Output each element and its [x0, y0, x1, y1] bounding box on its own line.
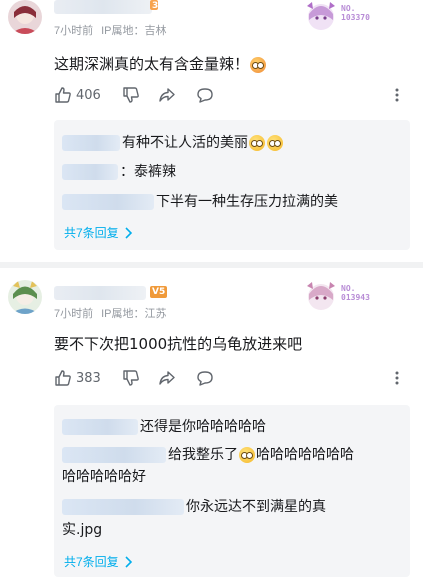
share-icon: [159, 88, 175, 102]
reply-username-redacted: [62, 419, 138, 435]
share-icon: [159, 371, 175, 385]
reply-preview-box: 还得是你哈哈哈哈哈 给我整乐了 哈哈哈哈哈哈哈 哈哈哈哈哈好 你永远达不到满星的真…: [54, 405, 410, 577]
thumb-up-icon: [55, 87, 71, 103]
like-button[interactable]: 383: [54, 369, 101, 387]
chevron-right-icon: [125, 226, 132, 239]
share-button[interactable]: [158, 369, 176, 387]
dislike-button[interactable]: [122, 86, 140, 104]
share-button[interactable]: [158, 86, 176, 104]
fan-badge-no: NO.: [341, 4, 356, 13]
username-redacted[interactable]: [54, 0, 152, 14]
comment-meta: 7小时前 IP属地：吉林: [54, 22, 175, 38]
comment-actions: 383: [54, 369, 414, 391]
reply-username-redacted: [62, 135, 120, 151]
username-redacted[interactable]: [54, 286, 146, 300]
thumb-down-icon: [123, 370, 139, 386]
comment-meta: 7小时前 IP属地：江苏: [54, 305, 175, 321]
reply-item[interactable]: 下半有一种生存压力拉满的美: [62, 192, 338, 212]
reply-preview-box: 有种不让人活的美丽 ：泰裤辣 下半有一种生存压力拉满的美 共7条回复: [54, 120, 410, 250]
view-all-replies-link[interactable]: 共7条回复: [64, 224, 133, 241]
comment-ip: IP属地：江苏: [101, 308, 167, 320]
reply-username-redacted: [62, 164, 118, 180]
fan-badge[interactable]: NO. 013943: [303, 280, 403, 314]
reply-item[interactable]: ：泰裤辣: [62, 162, 176, 182]
reply-item[interactable]: 有种不让人活的美丽: [62, 133, 284, 153]
reply-bubble-icon: [197, 88, 213, 103]
reply-item-continued[interactable]: 哈哈哈哈哈好: [62, 467, 146, 487]
like-button[interactable]: 406: [54, 86, 101, 104]
avatar[interactable]: [8, 0, 42, 34]
thumb-down-icon: [123, 87, 139, 103]
more-vertical-icon: [395, 88, 399, 102]
comment-time: 7小时前: [54, 25, 94, 37]
reply-username-redacted: [62, 499, 184, 515]
reply-item[interactable]: 你永远达不到满星的真: [62, 497, 326, 517]
more-vertical-icon: [395, 371, 399, 385]
dislike-button[interactable]: [122, 369, 140, 387]
fan-badge-number: 013943: [341, 293, 370, 302]
fan-badge-number: 103370: [341, 13, 370, 22]
comment-text: 要不下次把1000抗性的乌龟放进来吧: [54, 335, 303, 353]
reply-bubble-icon: [197, 371, 213, 386]
fan-badge-character-icon: [307, 2, 335, 30]
reply-button[interactable]: [196, 86, 214, 104]
laughing-emoji-icon: [239, 447, 255, 463]
thumb-up-icon: [55, 370, 71, 386]
reply-item[interactable]: 还得是你哈哈哈哈哈: [62, 417, 266, 437]
fan-badge-character-icon: [307, 282, 335, 310]
smug-emoji-icon: [249, 135, 265, 151]
reply-username-redacted: [62, 194, 154, 210]
like-count: 383: [76, 370, 101, 386]
comment-2: V5 7小时前 IP属地：江苏 NO. 013943 要不下次把1000抗性的乌龟…: [0, 268, 423, 583]
like-count: 406: [76, 87, 101, 103]
user-level-badge: 3: [150, 0, 158, 10]
reply-item[interactable]: 给我整乐了 哈哈哈哈哈哈哈: [62, 445, 354, 465]
comment-1: 3 7小时前 IP属地：吉林 NO. 103370 这期深渊真的太有含金量辣！ 4…: [0, 0, 423, 262]
reply-username-redacted: [62, 447, 166, 463]
comment-time: 7小时前: [54, 308, 94, 320]
comment-text: 这期深渊真的太有含金量辣！: [54, 53, 267, 74]
comment-ip: IP属地：吉林: [101, 25, 167, 37]
fan-badge-no: NO.: [341, 284, 356, 293]
view-all-replies-link[interactable]: 共7条回复: [64, 553, 133, 570]
more-options-button[interactable]: [394, 369, 400, 387]
avatar[interactable]: [8, 280, 42, 314]
fan-badge[interactable]: NO. 103370: [303, 0, 403, 34]
heart-face-emoji-icon: [250, 56, 267, 73]
more-options-button[interactable]: [394, 86, 400, 104]
chevron-right-icon: [125, 555, 132, 568]
reply-item-continued[interactable]: 实.jpg: [62, 520, 102, 540]
user-level-badge: V5: [150, 286, 168, 298]
smug-emoji-icon: [267, 135, 283, 151]
reply-button[interactable]: [196, 369, 214, 387]
comment-actions: 406: [54, 86, 414, 108]
